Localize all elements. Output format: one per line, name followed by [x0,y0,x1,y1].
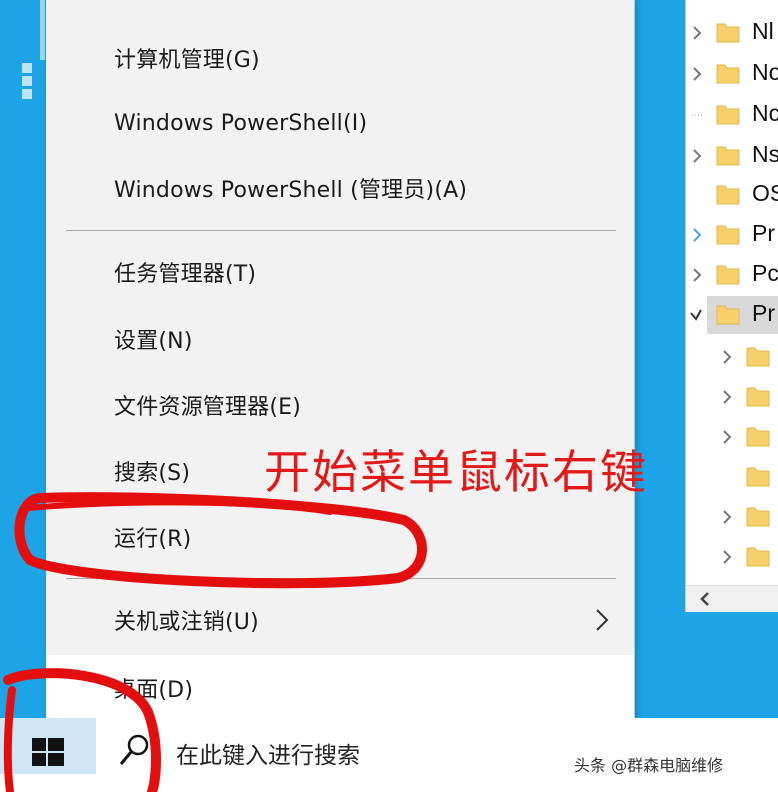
annotation-text: 开始菜单鼠标右键 [264,445,648,499]
red-annotation-marks [3,492,427,792]
